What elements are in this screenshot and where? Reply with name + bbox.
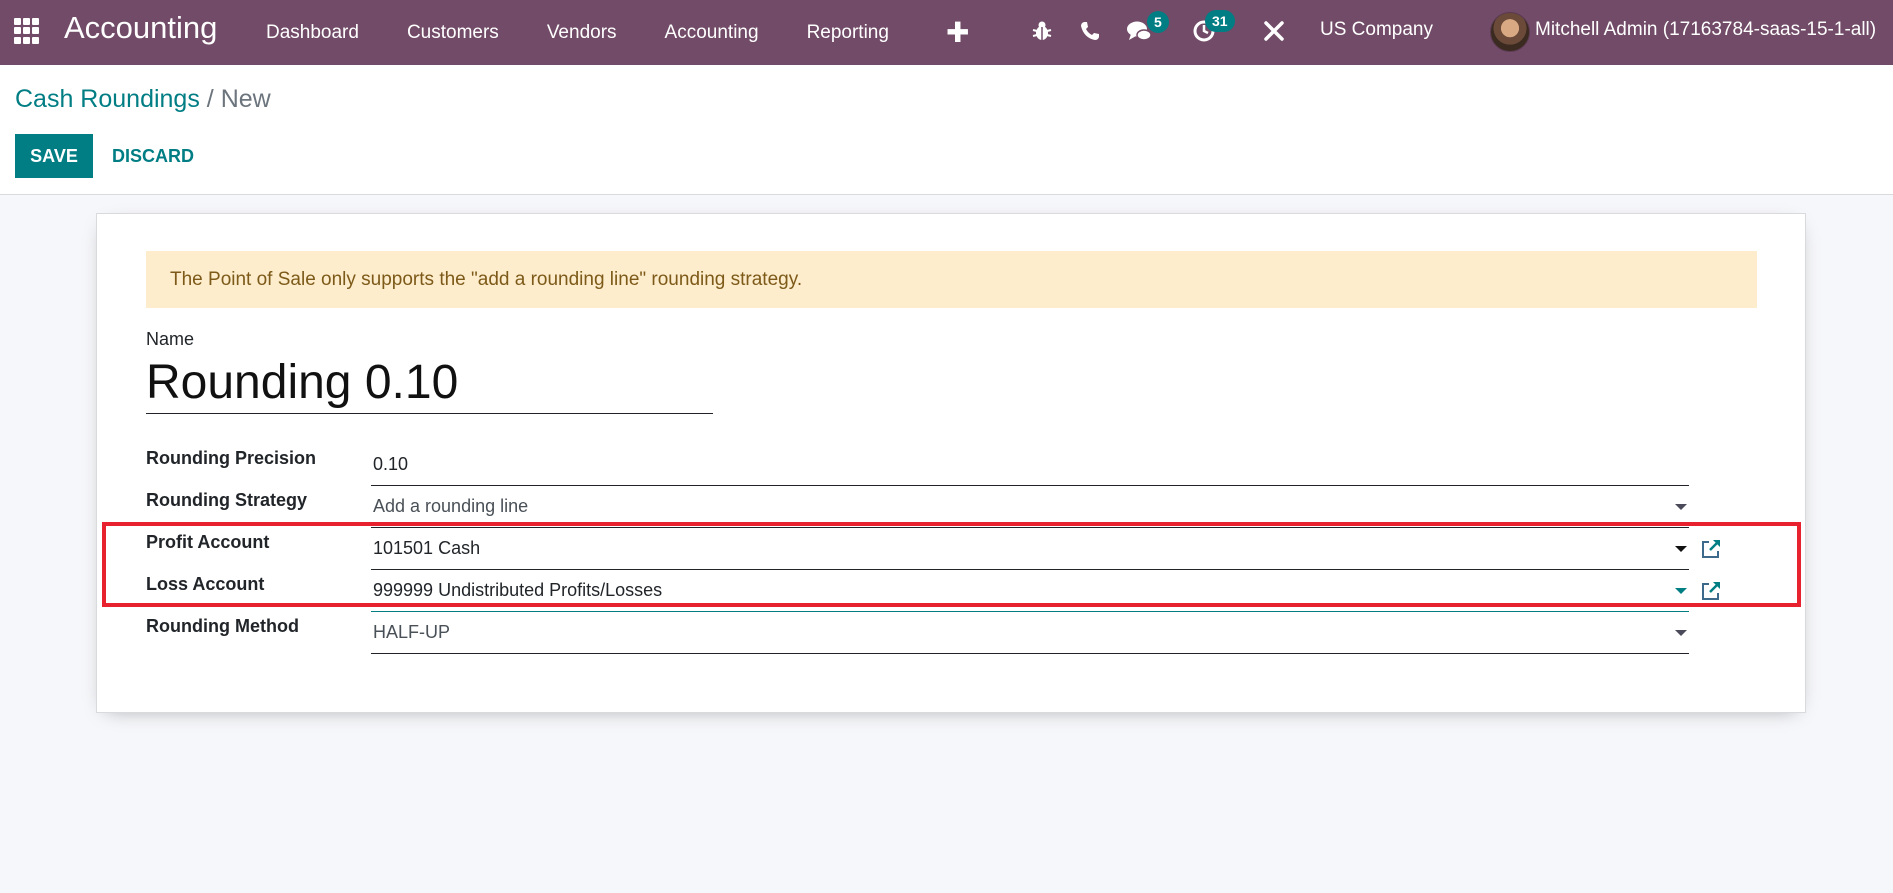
plus-icon[interactable]: ✚ [946,16,969,49]
field-label: Rounding Strategy [146,490,307,510]
rounding-strategy-select[interactable]: Add a rounding line [371,486,1689,528]
profit-account-value: 101501 Cash [373,538,481,558]
pos-warning-alert: The Point of Sale only supports the "add… [146,251,1757,308]
menu-dashboard[interactable]: Dashboard [266,22,359,44]
phone-icon[interactable] [1076,17,1104,45]
top-navbar: Accounting Dashboard Customers Vendors A… [0,0,1893,65]
menu-reporting[interactable]: Reporting [807,22,889,44]
breadcrumb-current: New [220,85,271,113]
field-rounding-method: Rounding Method HALF-UP [146,612,1706,654]
user-avatar[interactable] [1490,12,1530,52]
chevron-down-icon[interactable] [1675,588,1687,594]
discard-button[interactable]: DISCARD [102,134,204,178]
field-loss-account: Loss Account 999999 Undistributed Profit… [146,570,1720,612]
menu-accounting[interactable]: Accounting [665,22,759,44]
loss-account-input[interactable]: 999999 Undistributed Profits/Losses [371,570,1689,612]
loss-account-value: 999999 Undistributed Profits/Losses [373,580,663,600]
rounding-precision-input[interactable]: 0.10 [371,444,1689,486]
user-menu[interactable]: Mitchell Admin (17163784-saas-15-1-all) [1535,19,1876,41]
menu-customers[interactable]: Customers [407,22,499,44]
rounding-method-value: HALF-UP [373,622,451,642]
rounding-method-select[interactable]: HALF-UP [371,612,1689,654]
tools-icon[interactable] [1260,17,1288,45]
app-title[interactable]: Accounting [64,10,217,46]
external-link-icon[interactable] [1700,580,1722,602]
menu-vendors[interactable]: Vendors [547,22,617,44]
chevron-down-icon[interactable] [1675,630,1687,636]
chevron-down-icon[interactable] [1675,546,1687,552]
field-label: Rounding Method [146,616,299,636]
field-profit-account: Profit Account 101501 Cash [146,528,1720,570]
bug-icon[interactable] [1028,17,1056,45]
field-label: Loss Account [146,574,265,594]
breadcrumb-parent[interactable]: Cash Roundings [15,85,200,113]
company-switcher[interactable]: US Company [1320,19,1433,41]
activity-count-badge: 31 [1205,10,1235,32]
field-label: Profit Account [146,532,270,552]
profit-account-input[interactable]: 101501 Cash [371,528,1689,570]
main-menu: Dashboard Customers Vendors Accounting R… [266,0,937,65]
breadcrumb-separator: / [199,85,221,113]
apps-grid-icon[interactable] [14,18,40,44]
name-label: Name [146,329,195,349]
chat-count-badge: 5 [1147,11,1169,33]
external-link-icon[interactable] [1700,538,1722,560]
save-button[interactable]: SAVE [15,134,93,178]
field-label: Rounding Precision [146,448,317,468]
field-rounding-strategy: Rounding Strategy Add a rounding line [146,486,1706,528]
breadcrumb: Cash Roundings / New [15,85,271,114]
chevron-down-icon[interactable] [1675,504,1687,510]
form-sheet: The Point of Sale only supports the "add… [96,213,1806,713]
name-input[interactable]: Rounding 0.10 [146,354,713,414]
field-rounding-precision: Rounding Precision 0.10 [146,444,1706,486]
rounding-strategy-value: Add a rounding line [373,496,529,516]
control-panel: Cash Roundings / New SAVE DISCARD [0,65,1893,195]
